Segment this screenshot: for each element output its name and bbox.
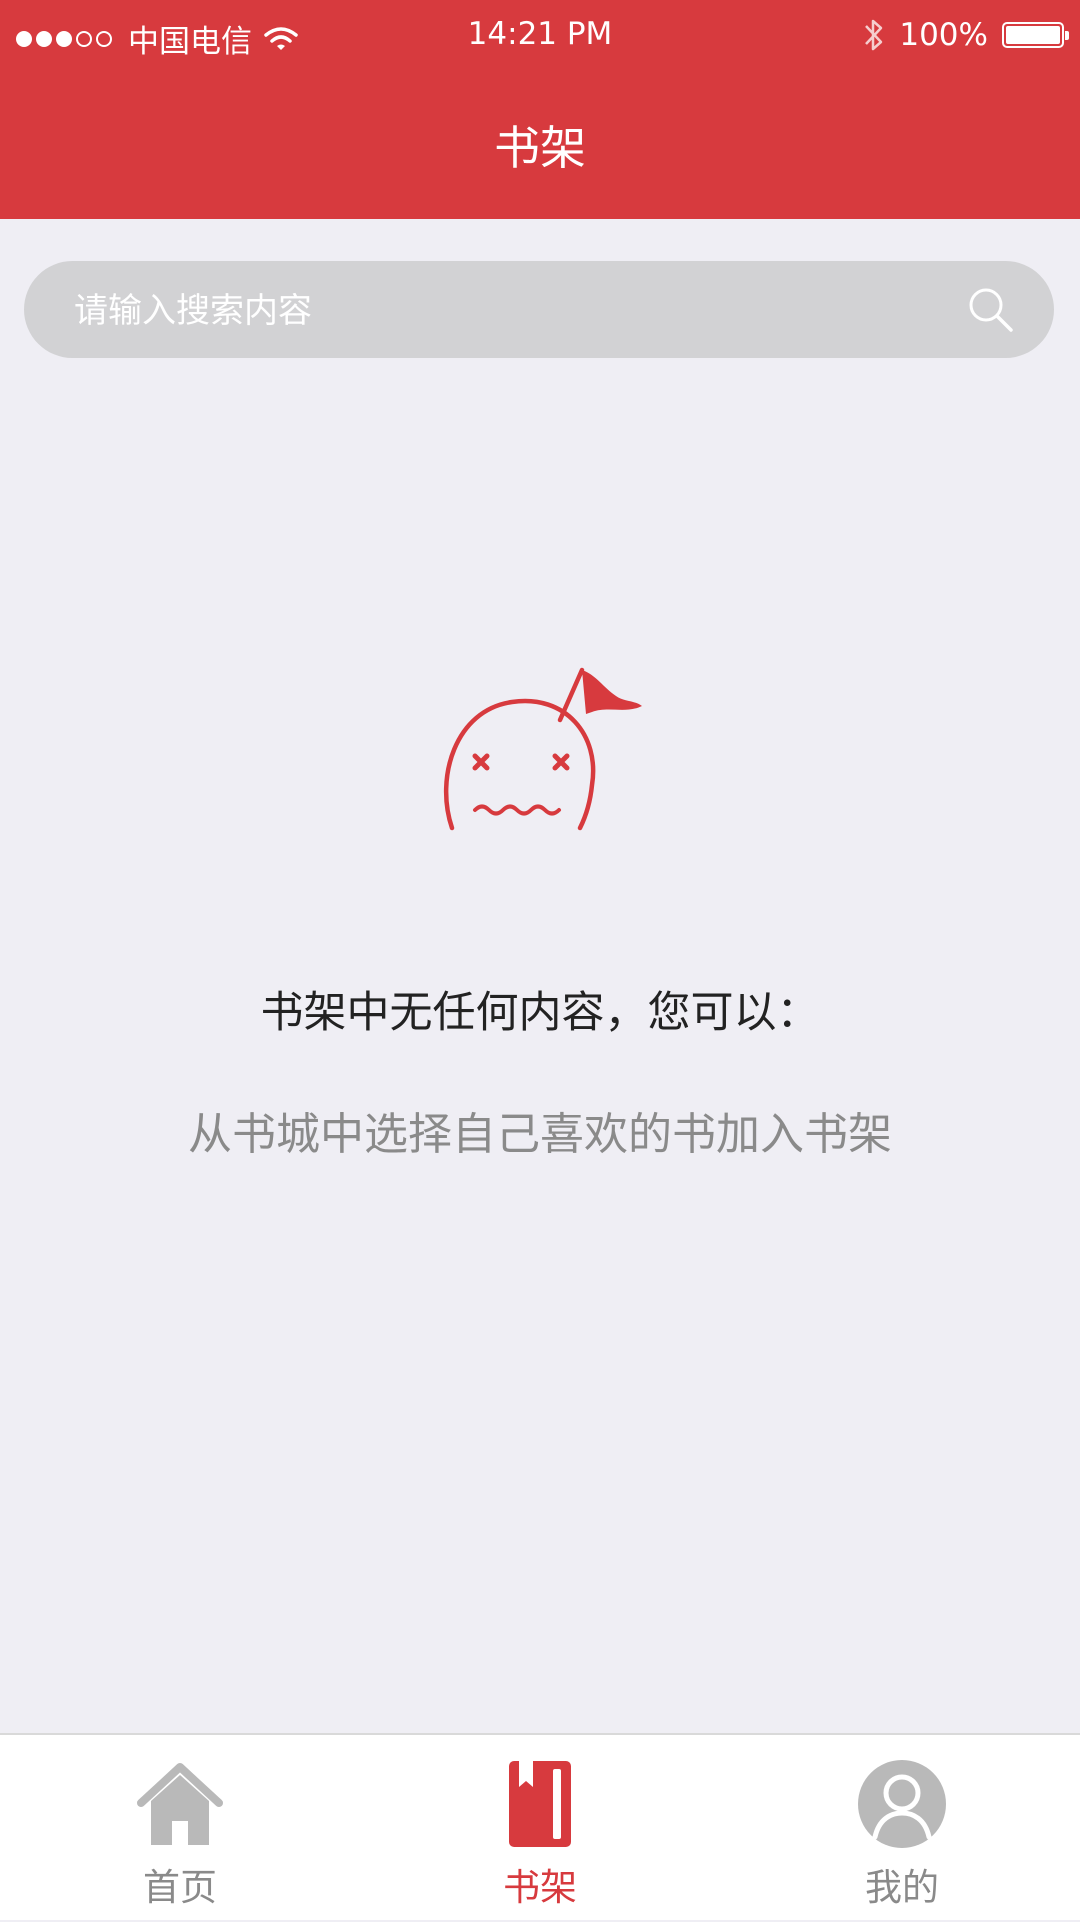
battery-icon	[1002, 22, 1069, 48]
bluetooth-icon	[865, 19, 883, 51]
empty-state-title: 书架中无任何内容，您可以：	[260, 988, 820, 1038]
status-bar: 中国电信 14:21 PM 100%	[0, 0, 1080, 80]
page-title: 书架	[494, 121, 586, 175]
search-input[interactable]	[72, 261, 956, 360]
tab-mine[interactable]: 我的	[802, 1735, 1002, 1922]
home-icon	[137, 1763, 223, 1845]
tab-label: 首页	[143, 1866, 217, 1909]
search-icon[interactable]	[966, 285, 1016, 335]
bookshelf-icon	[509, 1761, 571, 1847]
tab-label: 书架	[503, 1866, 577, 1909]
tab-bookshelf[interactable]: 书架	[440, 1735, 640, 1922]
empty-state-hint: 从书城中选择自己喜欢的书加入书架	[188, 1109, 892, 1160]
battery-fill	[1006, 26, 1060, 44]
confused-face-flag-icon	[443, 667, 642, 831]
tab-home[interactable]: 首页	[80, 1735, 280, 1922]
user-icon	[858, 1760, 946, 1848]
search-bar[interactable]	[24, 261, 1054, 360]
app-header: 中国电信 14:21 PM 100% 书架	[0, 0, 1080, 219]
status-right: 100%	[863, 16, 1069, 54]
battery-percentage: 100%	[899, 17, 988, 53]
bottom-tab-bar: 首页 书架 我的	[0, 1733, 1080, 1920]
tab-label: 我的	[865, 1866, 939, 1909]
